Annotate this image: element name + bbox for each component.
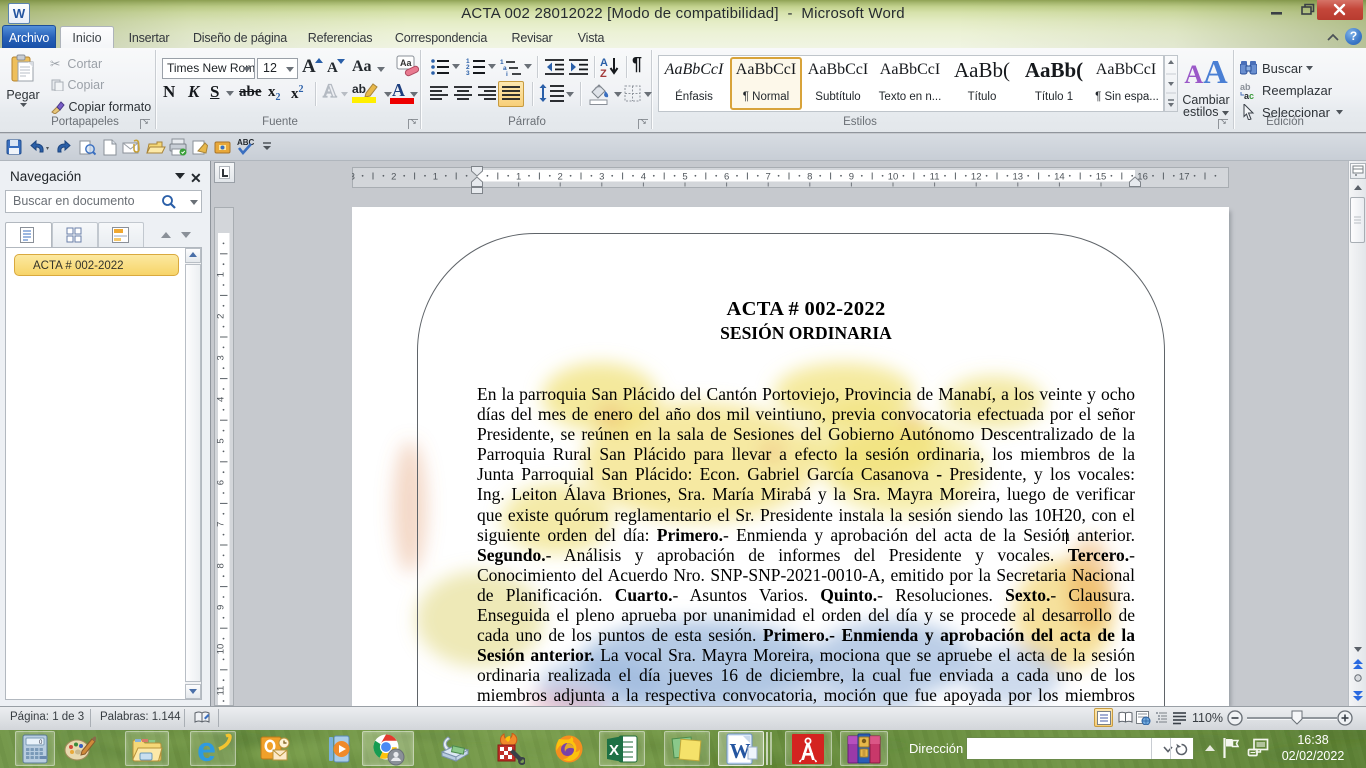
svg-text:13: 13 <box>1013 172 1024 183</box>
svg-text:3: 3 <box>466 70 470 76</box>
svg-text:12: 12 <box>971 172 982 183</box>
svg-text:6: 6 <box>724 172 729 183</box>
svg-text:8: 8 <box>807 172 812 183</box>
svg-text:4: 4 <box>641 172 646 183</box>
svg-text:e: e <box>197 732 216 766</box>
svg-text:5: 5 <box>216 438 227 443</box>
svg-text:3: 3 <box>599 172 604 183</box>
svg-text:3: 3 <box>216 355 227 360</box>
svg-text:Aa: Aa <box>400 58 412 68</box>
svg-text:9: 9 <box>849 172 854 183</box>
svg-text:5: 5 <box>682 172 687 183</box>
svg-text:i: i <box>506 71 508 76</box>
svg-text:W: W <box>730 739 751 763</box>
svg-text:1: 1 <box>433 172 438 183</box>
svg-text:11: 11 <box>216 686 227 696</box>
svg-text:4: 4 <box>216 397 227 402</box>
svg-text:c: c <box>1249 91 1254 99</box>
svg-text:X: X <box>609 742 619 759</box>
svg-text:Z: Z <box>600 68 607 78</box>
svg-text:2: 2 <box>558 172 563 183</box>
svg-text:3: 3 <box>352 172 355 183</box>
svg-text:ABC: ABC <box>237 138 255 147</box>
svg-text:7: 7 <box>766 172 771 183</box>
svg-text:17: 17 <box>1179 172 1190 183</box>
svg-text:2: 2 <box>216 314 227 319</box>
svg-text:9: 9 <box>216 605 227 610</box>
svg-text:ab: ab <box>352 82 366 96</box>
svg-text:1: 1 <box>216 272 227 277</box>
svg-text:A: A <box>392 80 405 100</box>
svg-text:10: 10 <box>888 172 899 183</box>
svg-text:10: 10 <box>216 644 227 655</box>
svg-text:7: 7 <box>216 522 227 527</box>
svg-text:15: 15 <box>1096 172 1107 183</box>
svg-text:11: 11 <box>930 172 940 183</box>
svg-text:6: 6 <box>216 480 227 485</box>
svg-text:2: 2 <box>391 172 396 183</box>
svg-text:1: 1 <box>516 172 521 183</box>
svg-text:14: 14 <box>1054 172 1065 183</box>
svg-text:8: 8 <box>216 563 227 568</box>
